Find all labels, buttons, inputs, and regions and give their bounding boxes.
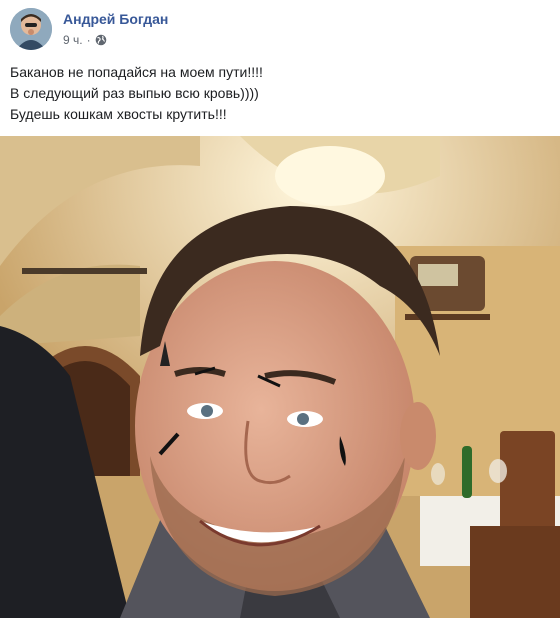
post-time[interactable]: 9 ч. xyxy=(63,33,83,47)
post-header: Андрей Богдан 9 ч. · xyxy=(10,8,550,54)
post-meta: 9 ч. · xyxy=(63,33,107,47)
meta-separator: · xyxy=(86,33,91,47)
post-text-line: В следующий раз выпью всю кровь)))) xyxy=(10,85,259,101)
globe-icon[interactable] xyxy=(95,34,107,46)
author-name[interactable]: Андрей Богдан xyxy=(63,11,168,27)
post-text-line: Будешь кошкам хвосты крутить!!! xyxy=(10,106,227,122)
post-text: Баканов не попадайся на моем пути!!!! В … xyxy=(10,62,550,125)
post-photo[interactable] xyxy=(0,136,560,618)
avatar[interactable] xyxy=(10,8,52,50)
facebook-post: Андрей Богдан 9 ч. · Баканов не попадайс… xyxy=(0,0,560,618)
post-text-line: Баканов не попадайся на моем пути!!!! xyxy=(10,64,263,80)
